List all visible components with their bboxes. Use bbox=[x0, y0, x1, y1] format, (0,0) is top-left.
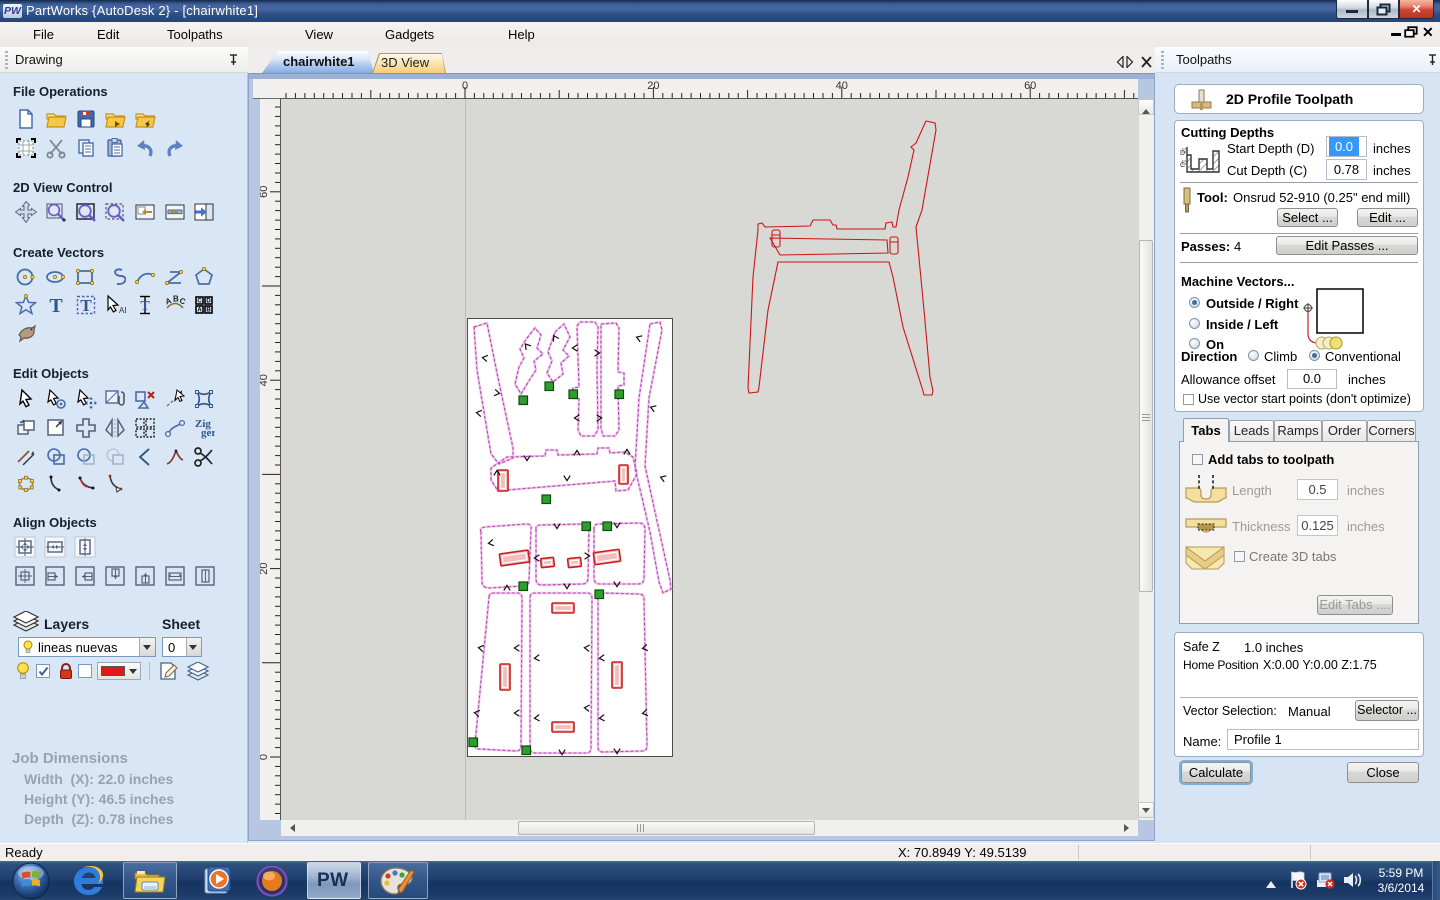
svg-text:20: 20 bbox=[260, 562, 270, 574]
svg-text:40: 40 bbox=[836, 80, 848, 92]
svg-text:B: B bbox=[206, 308, 211, 314]
svg-text:C: C bbox=[197, 299, 202, 305]
svg-text:0: 0 bbox=[462, 80, 468, 92]
svg-text:D: D bbox=[1180, 150, 1185, 157]
svg-text:D: D bbox=[206, 299, 211, 305]
svg-text:0: 0 bbox=[260, 754, 270, 760]
svg-text:B: B bbox=[173, 295, 179, 304]
svg-text:20: 20 bbox=[647, 80, 659, 92]
svg-text:T: T bbox=[140, 299, 150, 314]
svg-text:C: C bbox=[1180, 162, 1185, 169]
svg-text:60: 60 bbox=[260, 186, 270, 198]
svg-text:T: T bbox=[80, 296, 92, 315]
svg-text:C: C bbox=[178, 296, 186, 306]
svg-text:A: A bbox=[164, 296, 173, 307]
svg-text:60: 60 bbox=[1024, 80, 1036, 92]
svg-text:A: A bbox=[197, 308, 202, 314]
svg-text:AB: AB bbox=[119, 306, 126, 315]
svg-text:ger: ger bbox=[201, 427, 215, 439]
svg-text:40: 40 bbox=[260, 374, 270, 386]
svg-text:T: T bbox=[49, 295, 63, 316]
